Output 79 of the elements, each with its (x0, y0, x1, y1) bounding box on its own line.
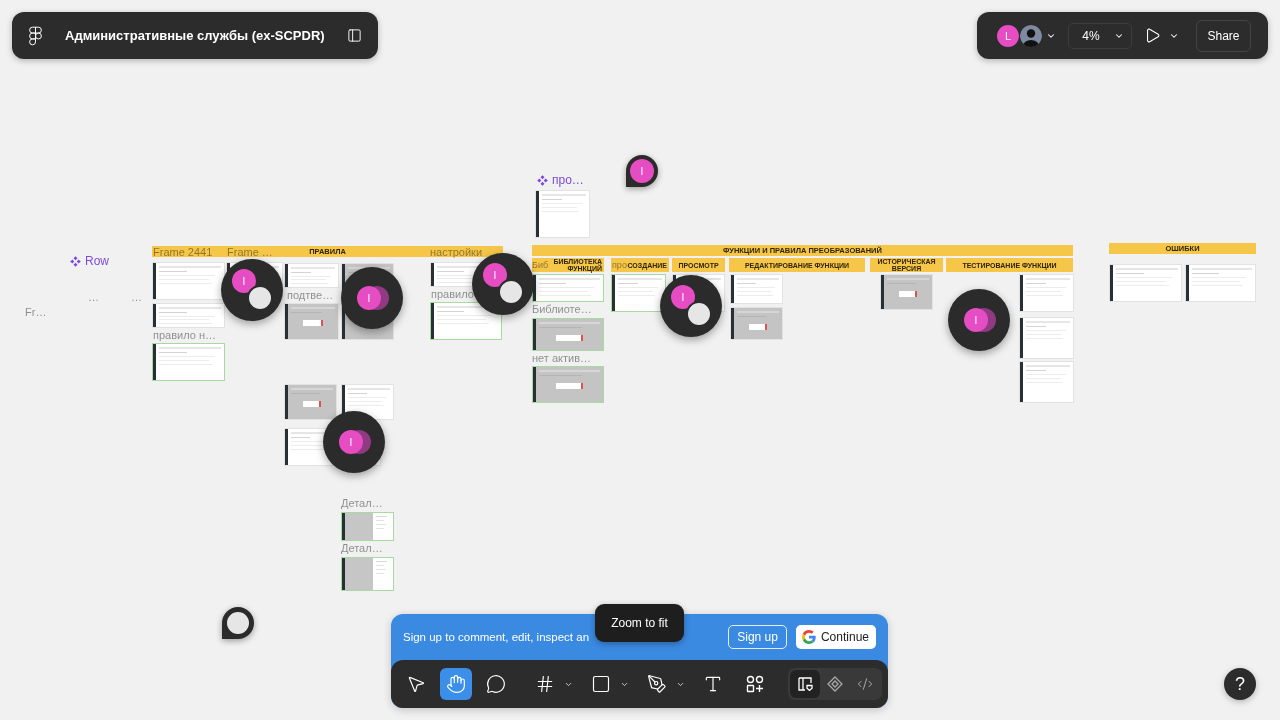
play-icon (1144, 27, 1161, 44)
sidebar-toggle-button[interactable] (347, 28, 362, 43)
blank-avatar-icon (686, 301, 712, 327)
frame-label: Библиоте… (532, 303, 592, 315)
frame-label: Frame … (227, 246, 273, 258)
frame-label: Frame 2441 (153, 246, 213, 258)
frame-label: правило н… (153, 329, 216, 341)
frame-label: Детал… (341, 497, 383, 509)
blank-avatar-icon (247, 285, 273, 311)
frame-preview-drawing (532, 318, 604, 351)
code-icon (857, 676, 873, 692)
component-label: про… (552, 174, 584, 187)
frame-preview-drawing (284, 384, 337, 420)
component-icon (70, 256, 81, 267)
frame-preview-drawing (341, 512, 394, 541)
mode-button[interactable] (790, 670, 820, 698)
frame-preview-drawing (532, 366, 604, 403)
frame-preview-drawing (532, 274, 604, 302)
frame-preview-drawing (880, 274, 933, 310)
square-icon (591, 674, 611, 694)
frame-preview-drawing (284, 303, 339, 340)
layout-icon (797, 676, 813, 692)
frame-label: нет актив… (532, 352, 591, 364)
user-avatar: L (997, 24, 1019, 47)
shapes-plus-icon (745, 674, 765, 694)
frame-preview-drawing (430, 302, 502, 340)
frame-label: подтве… (287, 289, 334, 301)
user-avatar: I (232, 269, 256, 293)
tooltip: Zoom to fit (595, 604, 684, 642)
component-icon (537, 175, 548, 186)
blank-avatar-icon (498, 279, 524, 305)
frame-preview-drawing (535, 190, 590, 238)
cursor-icon (406, 674, 426, 694)
frame-label: Биб (532, 259, 549, 271)
text-icon (703, 674, 723, 694)
user-avatar: I (964, 308, 988, 332)
sidebar-icon (347, 28, 362, 43)
file-title: Административные службы (ex-SCPDR) (65, 28, 325, 43)
sign-up-button[interactable]: Sign up (728, 625, 787, 649)
hand-tool-button[interactable] (440, 668, 472, 700)
user-avatar: I (357, 286, 381, 310)
google-continue-button[interactable]: Continue (795, 625, 876, 649)
frame-preview-drawing (1019, 361, 1074, 403)
zoom-dropdown[interactable]: 4% (1068, 22, 1132, 49)
frame-preview-drawing (730, 274, 783, 304)
collaborators-button[interactable]: L (997, 24, 1056, 47)
frame-label: … (131, 291, 142, 303)
hand-icon (446, 674, 466, 694)
share-button[interactable]: Share (1196, 19, 1251, 52)
comment-cluster[interactable]: I (660, 275, 722, 337)
speech-bubble-icon (486, 674, 506, 694)
frame-preview-drawing (1019, 317, 1074, 359)
frame-label: Fr… (25, 306, 47, 318)
frame-label: Детал… (341, 542, 383, 554)
frame-preview-drawing (611, 274, 666, 312)
comment-cluster[interactable]: I (221, 259, 283, 321)
user-avatar: I (339, 430, 363, 454)
user-avatar: I (671, 285, 695, 309)
comment-cluster[interactable]: I (948, 289, 1010, 351)
frame-preview-drawing (1019, 274, 1074, 312)
comment-pin[interactable] (222, 607, 254, 639)
user-avatar: I (483, 263, 507, 287)
frame-preview-drawing (341, 557, 394, 591)
figma-logo-icon[interactable] (29, 25, 42, 46)
frame-preview-drawing (730, 307, 783, 340)
diamond-icon (827, 676, 843, 692)
blank-avatar-icon (225, 610, 251, 636)
google-icon (801, 630, 816, 644)
frame-label: … (88, 291, 99, 303)
help-button[interactable]: ? (1224, 668, 1256, 700)
signup-message: Sign up to comment, edit, inspect an (403, 631, 590, 643)
frame-preview-drawing (1185, 264, 1256, 302)
component-label: Row (85, 255, 109, 268)
present-button[interactable] (1144, 27, 1161, 44)
pen-icon (647, 674, 667, 694)
avatar-silhouette-icon (1020, 24, 1042, 47)
hash-icon (535, 674, 555, 694)
frame-label: правило (431, 288, 474, 300)
frame-label: про (612, 259, 627, 271)
